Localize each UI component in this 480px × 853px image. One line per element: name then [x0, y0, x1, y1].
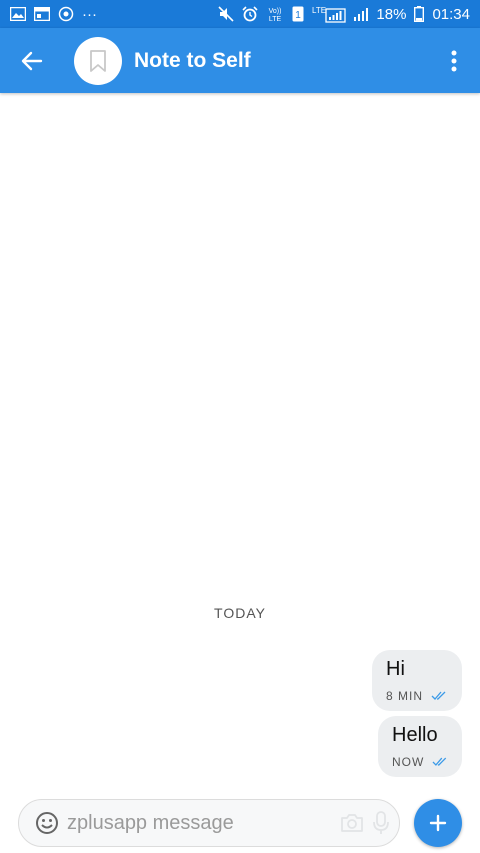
mute-icon [218, 6, 234, 22]
message-text: Hi [386, 658, 405, 680]
sync-icon [58, 6, 74, 22]
svg-text:LTE: LTE [269, 16, 282, 22]
message-text: Hello [392, 724, 438, 746]
conversation-area[interactable]: TODAY Hi 8 MIN Hello NOW [0, 93, 480, 793]
delivered-check-icon [432, 757, 447, 766]
arrow-back-icon [21, 51, 43, 70]
plus-icon [429, 814, 447, 832]
back-button[interactable] [0, 28, 64, 93]
network-label: LTE [312, 6, 326, 15]
message-meta: 8 MIN [386, 689, 448, 703]
bookmark-icon [90, 49, 106, 72]
message-time: 8 MIN [386, 689, 424, 703]
sim-icon: 1 [292, 6, 304, 22]
status-bar: ··· Vo)) LTE 1 LTE 18% 01:34 [0, 0, 480, 28]
message-composer [18, 799, 400, 847]
mic-button[interactable] [372, 808, 390, 838]
overflow-menu-button[interactable] [434, 28, 474, 93]
message-meta: NOW [392, 755, 448, 769]
calendar-icon [34, 7, 50, 21]
gallery-icon [10, 7, 26, 21]
delivered-check-icon [431, 691, 446, 700]
emoji-icon [36, 812, 58, 834]
more-vertical-icon [451, 50, 457, 71]
conversation-title[interactable]: Note to Self [134, 49, 434, 73]
battery-percent: 18% [376, 5, 407, 23]
avatar[interactable] [74, 36, 122, 85]
signal-icon [354, 6, 369, 22]
camera-icon [341, 814, 363, 832]
mic-icon [373, 811, 389, 834]
message-input[interactable] [67, 811, 332, 835]
send-button[interactable] [414, 799, 462, 847]
status-time: 01:34 [432, 5, 470, 23]
alarm-icon [242, 6, 258, 22]
date-divider: TODAY [214, 605, 266, 621]
message-bubble[interactable]: Hello NOW [378, 716, 462, 777]
more-dots-icon: ··· [82, 5, 97, 23]
lte-signal-icon: LTE [312, 5, 347, 23]
emoji-button[interactable] [35, 808, 59, 838]
message-bubble[interactable]: Hi 8 MIN [372, 650, 462, 711]
status-right: Vo)) LTE 1 LTE 18% 01:34 [218, 5, 470, 23]
camera-button[interactable] [340, 808, 364, 838]
sim-slot-label: 1 [296, 10, 302, 21]
battery-icon [414, 6, 425, 22]
volte-icon: Vo)) LTE [266, 6, 284, 22]
svg-text:Vo)): Vo)) [269, 8, 282, 15]
status-left: ··· [10, 6, 97, 23]
message-time: NOW [392, 755, 425, 769]
app-bar: Note to Self [0, 28, 480, 93]
